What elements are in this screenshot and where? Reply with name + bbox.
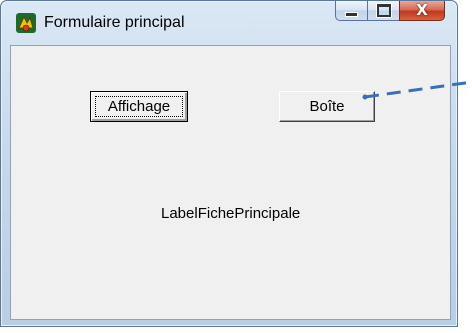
minimize-icon [345, 12, 358, 17]
affichage-button[interactable]: Affichage [90, 91, 188, 122]
boite-button-label: Boîte [309, 98, 345, 115]
window-title: Formulaire principal [44, 14, 185, 31]
close-button[interactable]: X [399, 1, 445, 21]
form-client-area: Affichage Boîte LabelFichePrincipale [10, 45, 451, 320]
maximize-icon [376, 4, 391, 17]
app-icon[interactable] [15, 12, 37, 34]
boite-button[interactable]: Boîte [279, 91, 375, 122]
caption-buttons: X [335, 1, 445, 23]
screenshot-stage: Formulaire principal X Affichage Boîte L… [0, 0, 472, 333]
main-window: Formulaire principal X Affichage Boîte L… [0, 0, 458, 327]
maximize-button[interactable] [367, 1, 399, 21]
title-bar[interactable]: Formulaire principal X [1, 1, 457, 45]
close-icon: X [416, 1, 428, 19]
main-form-label: LabelFichePrincipale [161, 205, 301, 222]
affichage-button-label: Affichage [107, 98, 171, 115]
minimize-button[interactable] [335, 1, 367, 21]
